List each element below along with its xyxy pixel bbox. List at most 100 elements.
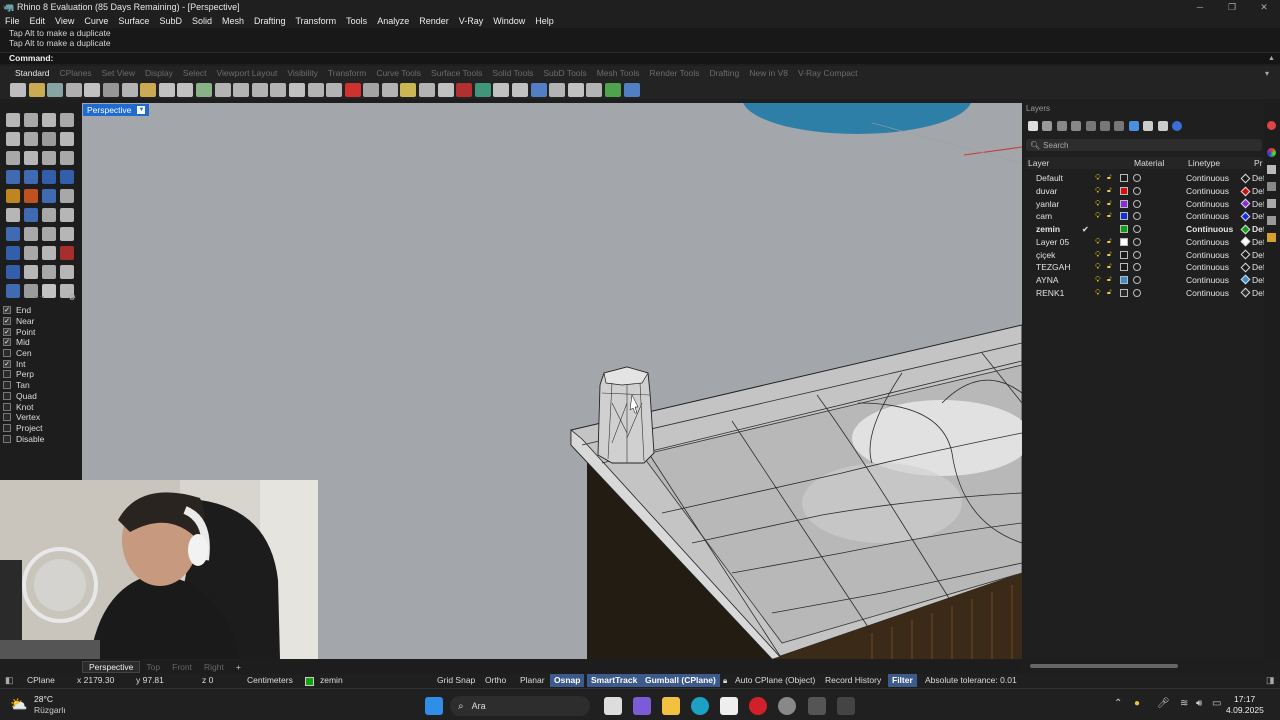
layer-name[interactable]: yanlar bbox=[1036, 199, 1059, 209]
osnap-quad[interactable]: Quad bbox=[3, 391, 79, 402]
tab-curve-tools[interactable]: Curve Tools bbox=[371, 68, 426, 78]
layer-linetype[interactable]: Continuous bbox=[1186, 262, 1229, 272]
left-tool-icon[interactable] bbox=[24, 246, 38, 260]
print-color-icon[interactable] bbox=[1240, 249, 1251, 260]
left-tool-icon[interactable] bbox=[42, 132, 56, 146]
osnap-checkbox[interactable]: ✓ bbox=[3, 338, 11, 347]
toolbar-tool-icon[interactable] bbox=[214, 82, 231, 97]
tray-app-icon[interactable]: ● bbox=[1134, 698, 1140, 709]
layer-linetype[interactable]: Continuous bbox=[1186, 237, 1229, 247]
left-tool-icon[interactable] bbox=[24, 227, 38, 241]
menu-item-edit[interactable]: Edit bbox=[25, 16, 51, 26]
osnap-tan[interactable]: Tan bbox=[3, 380, 79, 391]
layer-color-swatch[interactable] bbox=[1120, 212, 1128, 221]
tab-drafting[interactable]: Drafting bbox=[704, 68, 744, 78]
tab-v-ray-compact[interactable]: V-Ray Compact bbox=[793, 68, 863, 78]
add-viewport-icon[interactable]: + bbox=[230, 662, 247, 672]
viewport-title-tab[interactable]: Perspective ▼ bbox=[83, 104, 150, 116]
battery-icon[interactable]: ▭ bbox=[1212, 698, 1221, 709]
toolbar-tool-icon[interactable] bbox=[270, 82, 287, 97]
menu-item-subd[interactable]: SubD bbox=[154, 16, 187, 26]
toolbar-tool-icon[interactable] bbox=[102, 82, 119, 97]
left-tool-icon[interactable] bbox=[42, 208, 56, 222]
left-tool-icon[interactable] bbox=[6, 170, 20, 184]
left-tool-icon[interactable] bbox=[24, 151, 38, 165]
material-icon[interactable] bbox=[1133, 174, 1141, 183]
toolbar-tool-icon[interactable] bbox=[586, 82, 603, 97]
jar-object[interactable] bbox=[597, 366, 655, 464]
print-color-icon[interactable] bbox=[1240, 224, 1251, 235]
material-icon[interactable] bbox=[1133, 199, 1141, 208]
menu-item-tools[interactable]: Tools bbox=[341, 16, 372, 26]
osnap-checkbox[interactable] bbox=[3, 402, 11, 411]
duplicate-layer-icon[interactable] bbox=[1071, 121, 1082, 131]
auto-cplane-toggle[interactable]: Auto CPlane (Object) bbox=[735, 674, 815, 687]
toolbar-tool-icon[interactable] bbox=[530, 82, 547, 97]
edge-icon[interactable] bbox=[691, 697, 709, 715]
tab-mesh-tools[interactable]: Mesh Tools bbox=[592, 68, 645, 78]
toolbar-tool-icon[interactable] bbox=[549, 82, 566, 97]
lightbulb-icon[interactable]: 💡︎ bbox=[1095, 211, 1101, 221]
left-tool-icon[interactable] bbox=[60, 170, 74, 184]
left-tool-icon[interactable] bbox=[42, 246, 56, 260]
osnap-checkbox[interactable] bbox=[3, 381, 11, 390]
lightbulb-icon[interactable]: 💡︎ bbox=[1095, 288, 1101, 298]
osnap-end[interactable]: ✓ End bbox=[3, 305, 79, 316]
menu-item-v-ray[interactable]: V-Ray bbox=[454, 16, 489, 26]
layers-search-field[interactable]: 🔍︎ Search bbox=[1026, 139, 1262, 151]
menu-item-surface[interactable]: Surface bbox=[113, 16, 154, 26]
layer-color-swatch[interactable] bbox=[1120, 199, 1128, 208]
osnap-point[interactable]: ✓ Point bbox=[3, 326, 79, 337]
toolbar-tool-icon[interactable] bbox=[251, 82, 268, 97]
print-color-icon[interactable] bbox=[1240, 173, 1251, 184]
osnap-mid[interactable]: ✓ Mid bbox=[3, 337, 79, 348]
osnap-checkbox[interactable] bbox=[3, 349, 11, 358]
toolbar-tool-icon[interactable] bbox=[419, 82, 436, 97]
print-color-icon[interactable] bbox=[1240, 287, 1251, 298]
drag-grip-icon[interactable]: ···· bbox=[34, 292, 45, 301]
color-icon[interactable] bbox=[1267, 148, 1276, 157]
toolbar-tool-icon[interactable] bbox=[400, 82, 417, 97]
left-tool-icon[interactable] bbox=[24, 132, 38, 146]
osnap-near[interactable]: ✓ Near bbox=[3, 316, 79, 327]
gear-icon[interactable]: ⚙ bbox=[68, 292, 76, 303]
left-tool-icon[interactable] bbox=[24, 170, 38, 184]
move-to-parent-icon[interactable] bbox=[1114, 121, 1125, 131]
left-tool-icon[interactable] bbox=[42, 227, 56, 241]
layer-color-swatch[interactable] bbox=[1120, 275, 1128, 284]
layer-row[interactable]: çiçek 💡︎ 🔓︎ Continuous Def bbox=[1026, 248, 1265, 261]
record-history-toggle[interactable]: Record History bbox=[825, 674, 881, 687]
microphone-icon[interactable]: 🎤︎ bbox=[1157, 698, 1170, 709]
panel-toggle-icon[interactable]: ◧ bbox=[5, 674, 14, 687]
osnap-checkbox[interactable] bbox=[3, 370, 11, 379]
layer-name[interactable]: çiçek bbox=[1036, 250, 1055, 260]
copilot-icon[interactable] bbox=[633, 697, 651, 715]
unlock-icon[interactable]: 🔓︎ bbox=[1107, 174, 1112, 182]
status-layer[interactable]: zemin bbox=[320, 674, 343, 687]
tab-standard[interactable]: Standard bbox=[10, 68, 55, 78]
wifi-icon[interactable]: ≋ bbox=[1180, 698, 1188, 709]
layer-linetype[interactable]: Continuous bbox=[1186, 211, 1229, 221]
layer-name[interactable]: zemin bbox=[1036, 224, 1060, 234]
layer-name[interactable]: cam bbox=[1036, 211, 1052, 221]
rhino-taskbar-icon-2[interactable] bbox=[837, 697, 855, 715]
layers-horizontal-scrollbar[interactable] bbox=[1030, 664, 1178, 668]
layer-row[interactable]: duvar 💡︎ 🔓︎ Continuous Def bbox=[1026, 185, 1265, 198]
left-tool-icon[interactable] bbox=[24, 265, 38, 279]
viewport-tab-top[interactable]: Top bbox=[140, 662, 166, 672]
layer-row[interactable]: Default 💡︎ 🔓︎ Continuous Def bbox=[1026, 172, 1265, 185]
osnap-checkbox[interactable]: ✓ bbox=[3, 317, 11, 326]
tab-visibility[interactable]: Visibility bbox=[282, 68, 323, 78]
layers-tab-icon[interactable] bbox=[1267, 182, 1276, 191]
layer-name[interactable]: AYNA bbox=[1036, 275, 1059, 285]
layer-name[interactable]: RENK1 bbox=[1036, 288, 1064, 298]
tab-new-in-v8[interactable]: New in V8 bbox=[744, 68, 793, 78]
tab-cplanes[interactable]: CPlanes bbox=[55, 68, 97, 78]
unlock-icon[interactable]: 🔓︎ bbox=[1107, 212, 1112, 220]
layer-row[interactable]: RENK1 💡︎ 🔓︎ Continuous Def bbox=[1026, 286, 1265, 299]
grid-icon[interactable] bbox=[1143, 121, 1154, 131]
left-tool-icon[interactable] bbox=[42, 189, 56, 203]
lightbulb-icon[interactable]: 💡︎ bbox=[1095, 275, 1101, 285]
properties-icon[interactable] bbox=[1267, 165, 1276, 174]
layer-color-swatch[interactable] bbox=[1120, 174, 1128, 183]
